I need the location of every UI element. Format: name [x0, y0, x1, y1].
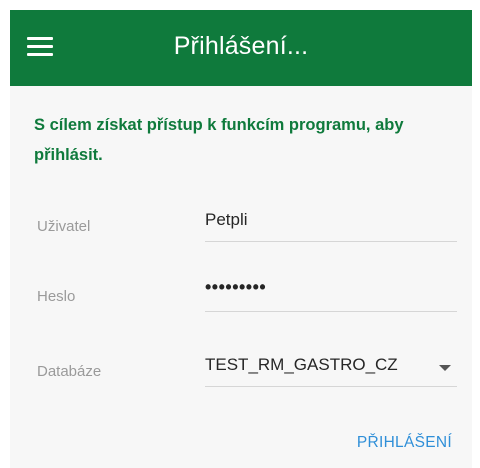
login-dialog: Přihlášení... S cílem získat přístup k f…	[10, 10, 472, 468]
password-label: Heslo	[37, 288, 76, 305]
password-value: •••••••••	[205, 277, 267, 297]
database-value: TEST_RM_GASTRO_CZ	[205, 355, 398, 374]
dialog-title: Přihlášení...	[173, 32, 309, 60]
password-field[interactable]: •••••••••	[205, 268, 457, 312]
password-row: Heslo •••••••••	[10, 268, 472, 316]
user-value: Petpli	[205, 210, 248, 229]
login-button[interactable]: PŘIHLÁŠENÍ	[357, 434, 452, 452]
dropdown-arrow-icon[interactable]	[439, 365, 451, 371]
user-field[interactable]: Petpli	[205, 198, 457, 242]
database-label: Databáze	[37, 363, 102, 380]
database-row: Databáze TEST_RM_GASTRO_CZ	[10, 343, 472, 391]
intro-text: S cílem získat přístup k funkcím program…	[34, 116, 404, 164]
title-bar: Přihlášení...	[10, 10, 472, 86]
user-row: Uživatel Petpli	[10, 198, 472, 246]
user-label: Uživatel	[37, 218, 91, 235]
database-select[interactable]: TEST_RM_GASTRO_CZ	[205, 343, 457, 387]
